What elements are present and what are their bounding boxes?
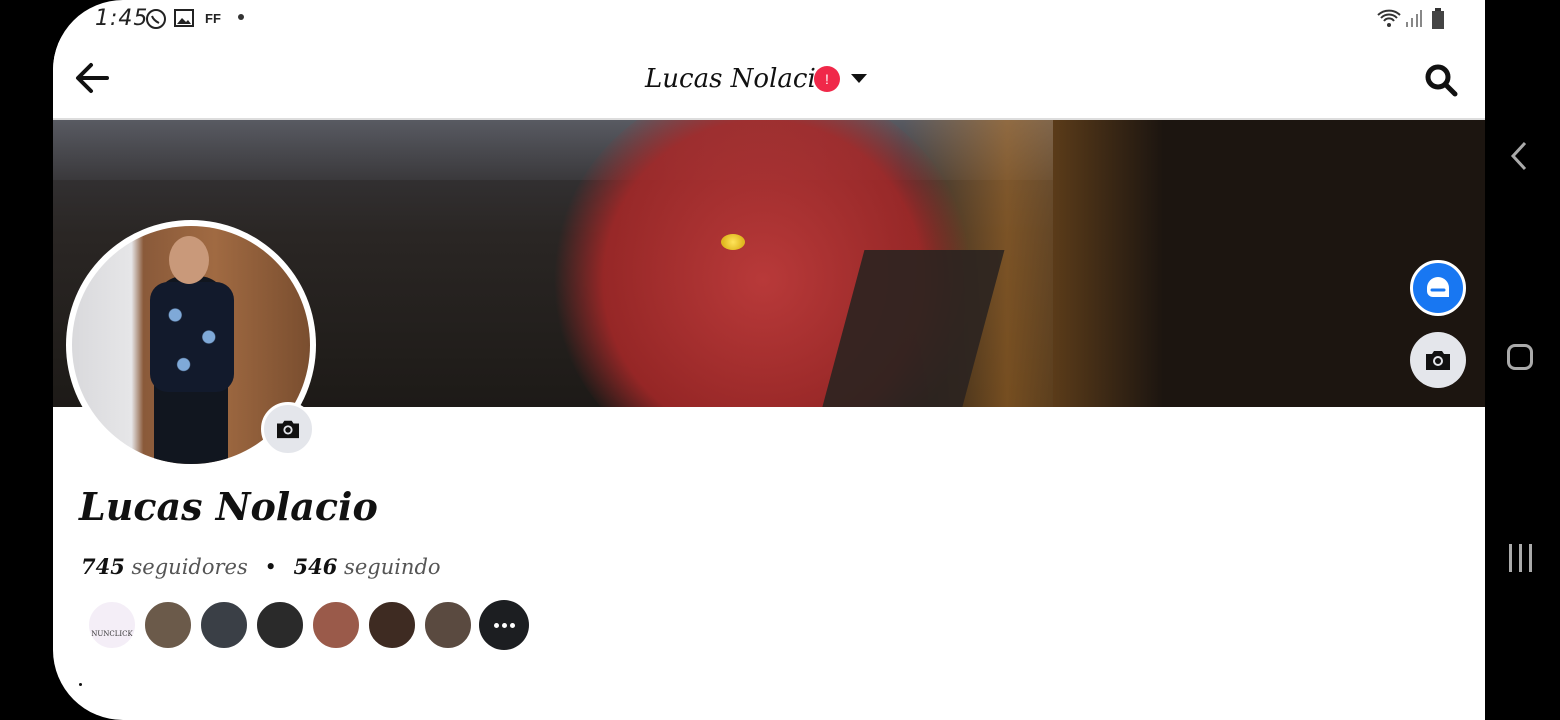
- whatsapp-icon: [145, 8, 167, 29]
- top-header: Lucas Nolacio !: [53, 38, 1485, 120]
- status-bar: 1:45 FF: [53, 0, 1485, 38]
- nav-recents-icon[interactable]: [1509, 544, 1532, 572]
- chevron-down-icon[interactable]: [851, 74, 867, 83]
- follower-avatar-label: NUNCLICK: [91, 630, 133, 638]
- arrow-left-icon[interactable]: [73, 60, 113, 96]
- app-screen: 1:45 FF Lucas Nolacio ! Lucas Nolacio 74…: [53, 0, 1485, 720]
- follower-avatar[interactable]: [423, 600, 473, 650]
- followers-label: seguidores: [131, 555, 248, 579]
- more-followers-button[interactable]: [479, 600, 529, 650]
- search-icon[interactable]: [1423, 62, 1459, 98]
- follower-avatar[interactable]: NUNCLICK: [87, 600, 137, 650]
- page-title[interactable]: Lucas Nolacio: [645, 64, 831, 94]
- nav-back-icon[interactable]: [1509, 140, 1529, 177]
- follow-stats[interactable]: 745 seguidores • 546 seguindo: [81, 554, 441, 579]
- status-time: 1:45: [95, 6, 149, 31]
- follower-avatar[interactable]: [199, 600, 249, 650]
- wifi-icon: [1376, 8, 1402, 28]
- more-dots-icon: [493, 622, 499, 628]
- following-label: seguindo: [344, 555, 441, 579]
- avatar-camera-icon[interactable]: [261, 402, 315, 456]
- follower-avatar[interactable]: [143, 600, 193, 650]
- signal-icon: [1405, 8, 1423, 28]
- messenger-icon[interactable]: [1410, 260, 1466, 316]
- gallery-icon: [174, 8, 194, 28]
- android-nav-bar: [1485, 0, 1560, 720]
- camera-icon[interactable]: [1410, 332, 1466, 388]
- ff-icon: FF: [205, 11, 221, 26]
- followers-count: 745: [81, 554, 125, 579]
- follower-avatar[interactable]: [311, 600, 361, 650]
- following-count: 546: [293, 554, 338, 579]
- nav-home-icon[interactable]: [1507, 344, 1533, 370]
- follower-avatar[interactable]: [367, 600, 417, 650]
- dot-icon: [238, 14, 244, 20]
- follower-avatars: NUNCLICK: [87, 600, 529, 650]
- follower-avatar[interactable]: [255, 600, 305, 650]
- stats-separator: •: [264, 555, 277, 579]
- profile-bio: [79, 683, 82, 686]
- profile-name: Lucas Nolacio: [79, 484, 378, 529]
- battery-icon: [1431, 8, 1445, 29]
- notification-badge: !: [814, 66, 840, 92]
- profile-avatar[interactable]: [66, 220, 316, 470]
